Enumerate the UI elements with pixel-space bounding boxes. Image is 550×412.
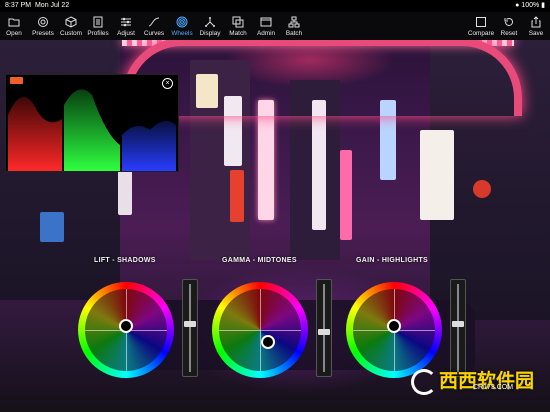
open-label: Open — [6, 30, 22, 37]
gain-luma-slider[interactable] — [450, 279, 466, 377]
wheels-icon — [176, 16, 188, 28]
lift-shadows-label: LIFT - SHADOWS — [94, 257, 156, 264]
batch-label: Batch — [285, 30, 303, 37]
gamma-midtones-label: GAMMA - MIDTONES — [222, 257, 297, 264]
sliders-icon — [121, 17, 131, 27]
wheels-button[interactable]: Wheels — [170, 12, 194, 40]
folder-icon — [8, 18, 20, 27]
toolbar: Open Presets Custom Profiles Adjust Curv… — [0, 12, 550, 40]
display-icon — [205, 17, 215, 27]
display-button[interactable]: Display — [198, 12, 222, 40]
admin-icon — [260, 17, 272, 27]
match-button[interactable]: Match — [226, 12, 250, 40]
custom-label: Custom — [59, 30, 83, 37]
reset-label: Reset — [500, 30, 518, 37]
save-button[interactable]: Save — [524, 12, 548, 40]
admin-button[interactable]: Admin — [254, 12, 278, 40]
status-time: 8:37 PM Mon Jul 22 — [5, 2, 70, 9]
curves-label: Curves — [143, 30, 165, 37]
profiles-button[interactable]: Profiles — [86, 12, 110, 40]
share-icon — [531, 16, 541, 28]
match-label: Match — [229, 30, 247, 37]
batch-icon — [288, 16, 300, 28]
presets-label: Presets — [32, 30, 54, 37]
compare-label: Compare — [467, 30, 495, 37]
curve-icon — [148, 17, 160, 27]
cube-icon — [65, 16, 77, 28]
adjust-button[interactable]: Adjust — [114, 12, 138, 40]
gamma-slider-knob[interactable] — [318, 329, 330, 336]
document-icon — [93, 16, 103, 28]
watermark-sub: CR173.COM — [472, 384, 514, 391]
gain-highlights-label: GAIN - HIGHLIGHTS — [356, 257, 428, 264]
batch-button[interactable]: Batch — [282, 12, 306, 40]
rgb-parade-graph — [8, 89, 176, 171]
status-battery: ● 100% ▮ — [515, 2, 545, 9]
gamma-wheel-puck[interactable] — [260, 334, 275, 349]
reset-icon — [504, 17, 513, 26]
rgb-parade — [5, 74, 179, 172]
custom-button[interactable]: Custom — [58, 12, 84, 40]
gain-slider-knob[interactable] — [452, 320, 464, 327]
presets-button[interactable]: Presets — [30, 12, 56, 40]
watermark: 西西软件园 CR173.COM — [410, 366, 534, 395]
gamma-luma-slider[interactable] — [316, 279, 332, 377]
compare-button[interactable]: Compare — [466, 12, 496, 40]
save-label: Save — [528, 30, 544, 37]
wheels-label: Wheels — [171, 30, 193, 37]
gamma-color-wheel[interactable] — [212, 282, 308, 378]
admin-label: Admin — [256, 30, 276, 37]
lift-color-wheel[interactable] — [78, 282, 174, 378]
display-label: Display — [199, 30, 221, 37]
status-bar: 8:37 PM Mon Jul 22 ● 100% ▮ — [0, 0, 550, 12]
compare-icon — [476, 17, 486, 27]
curves-button[interactable]: Curves — [142, 12, 166, 40]
reset-button[interactable]: Reset — [497, 12, 521, 40]
profiles-label: Profiles — [87, 30, 109, 37]
adjust-label: Adjust — [117, 30, 135, 37]
watermark-logo-icon — [410, 368, 437, 395]
match-icon — [232, 16, 244, 28]
open-button[interactable]: Open — [3, 12, 25, 40]
lift-slider-knob[interactable] — [184, 320, 196, 327]
histogram-badge — [10, 77, 23, 84]
close-icon[interactable]: × — [162, 78, 173, 89]
presets-icon — [38, 17, 48, 27]
lift-luma-slider[interactable] — [182, 279, 198, 377]
gain-color-wheel[interactable] — [346, 282, 442, 378]
